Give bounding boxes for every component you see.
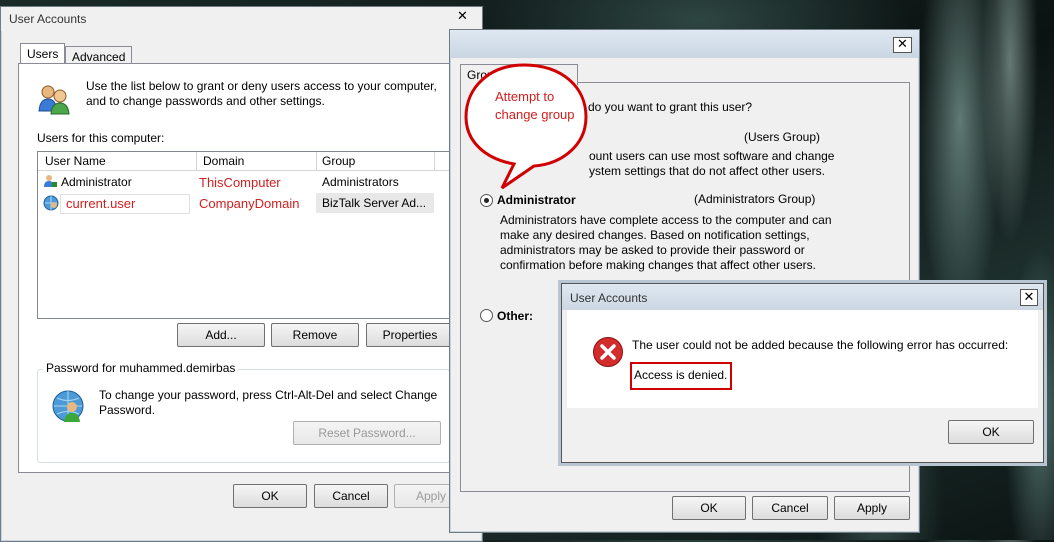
error-dialog: User Accounts ✕ The user could not be ad…: [561, 283, 1044, 463]
domain-user-icon: [43, 195, 59, 211]
error-icon: [592, 336, 624, 368]
user-domain: ThisComputer: [199, 175, 281, 190]
title-bar[interactable]: User Accounts ✕: [1, 7, 482, 31]
close-icon[interactable]: ✕: [1020, 289, 1038, 306]
administrator-label[interactable]: Administrator: [497, 193, 576, 207]
table-row[interactable]: Administrator ThisComputer Administrator…: [38, 172, 449, 191]
other-radio[interactable]: [480, 309, 493, 322]
cancel-button[interactable]: Cancel: [314, 484, 388, 508]
add-button[interactable]: Add...: [177, 323, 265, 347]
error-detail: Access is denied.: [634, 368, 728, 382]
standard-description: ount users can use most software and cha…: [589, 149, 835, 178]
reset-password-button[interactable]: Reset Password...: [293, 421, 441, 445]
title-bar[interactable]: User Accounts ✕: [562, 284, 1043, 310]
column-user-name[interactable]: User Name: [45, 154, 106, 168]
user-group: BizTalk Server Ad...: [322, 196, 427, 210]
password-text: To change your password, press Ctrl-Alt-…: [99, 388, 438, 417]
tab-advanced[interactable]: Advanced: [65, 46, 133, 64]
column-group[interactable]: Group: [322, 154, 355, 168]
users-label: Users for this computer:: [37, 131, 165, 145]
error-message: The user could not be added because the …: [632, 338, 1009, 352]
tab-users[interactable]: Users: [20, 43, 66, 64]
user-domain: CompanyDomain: [199, 196, 300, 211]
standard-group-label: (Users Group): [744, 130, 821, 144]
title-bar[interactable]: ✕: [450, 30, 919, 58]
other-label[interactable]: Other:: [497, 309, 533, 323]
question-text: do you want to grant this user?: [588, 100, 753, 114]
user-icon: [43, 174, 57, 188]
user-name: Administrator: [61, 175, 132, 189]
cancel-button[interactable]: Cancel: [752, 496, 828, 520]
close-icon[interactable]: ✕: [456, 10, 469, 23]
users-icon: [37, 83, 71, 115]
administrator-group-label: (Administrators Group): [694, 192, 816, 206]
column-domain[interactable]: Domain: [203, 154, 244, 168]
users-listview[interactable]: User Name Domain Group Administrator Thi…: [37, 151, 450, 319]
listview-header: User Name Domain Group: [38, 152, 449, 171]
ok-button[interactable]: OK: [948, 420, 1034, 444]
window-title: User Accounts: [9, 12, 87, 26]
ok-button[interactable]: OK: [672, 496, 746, 520]
user-group: Administrators: [322, 175, 399, 189]
password-icon: [51, 389, 85, 423]
close-icon[interactable]: ✕: [893, 37, 912, 53]
table-row[interactable]: current.user CompanyDomain BizTalk Serve…: [38, 192, 449, 214]
callout-bubble: [464, 63, 588, 190]
administrator-radio[interactable]: [480, 194, 493, 207]
properties-button[interactable]: Properties: [366, 323, 454, 347]
administrator-description: Administrators have complete access to t…: [500, 213, 832, 272]
password-group-title: Password for muhammed.demirbas: [43, 361, 239, 375]
user-accounts-window: User Accounts ✕ Users Advanced Use the l…: [0, 6, 483, 542]
dialog-title: User Accounts: [570, 291, 648, 305]
remove-button[interactable]: Remove: [271, 323, 359, 347]
ok-button[interactable]: OK: [233, 484, 307, 508]
intro-text: Use the list below to grant or deny user…: [86, 79, 437, 108]
apply-button[interactable]: Apply: [834, 496, 910, 520]
user-name: current.user: [66, 196, 136, 211]
dialog-body: [567, 310, 1038, 408]
callout-text: Attempt to change group: [495, 89, 575, 122]
